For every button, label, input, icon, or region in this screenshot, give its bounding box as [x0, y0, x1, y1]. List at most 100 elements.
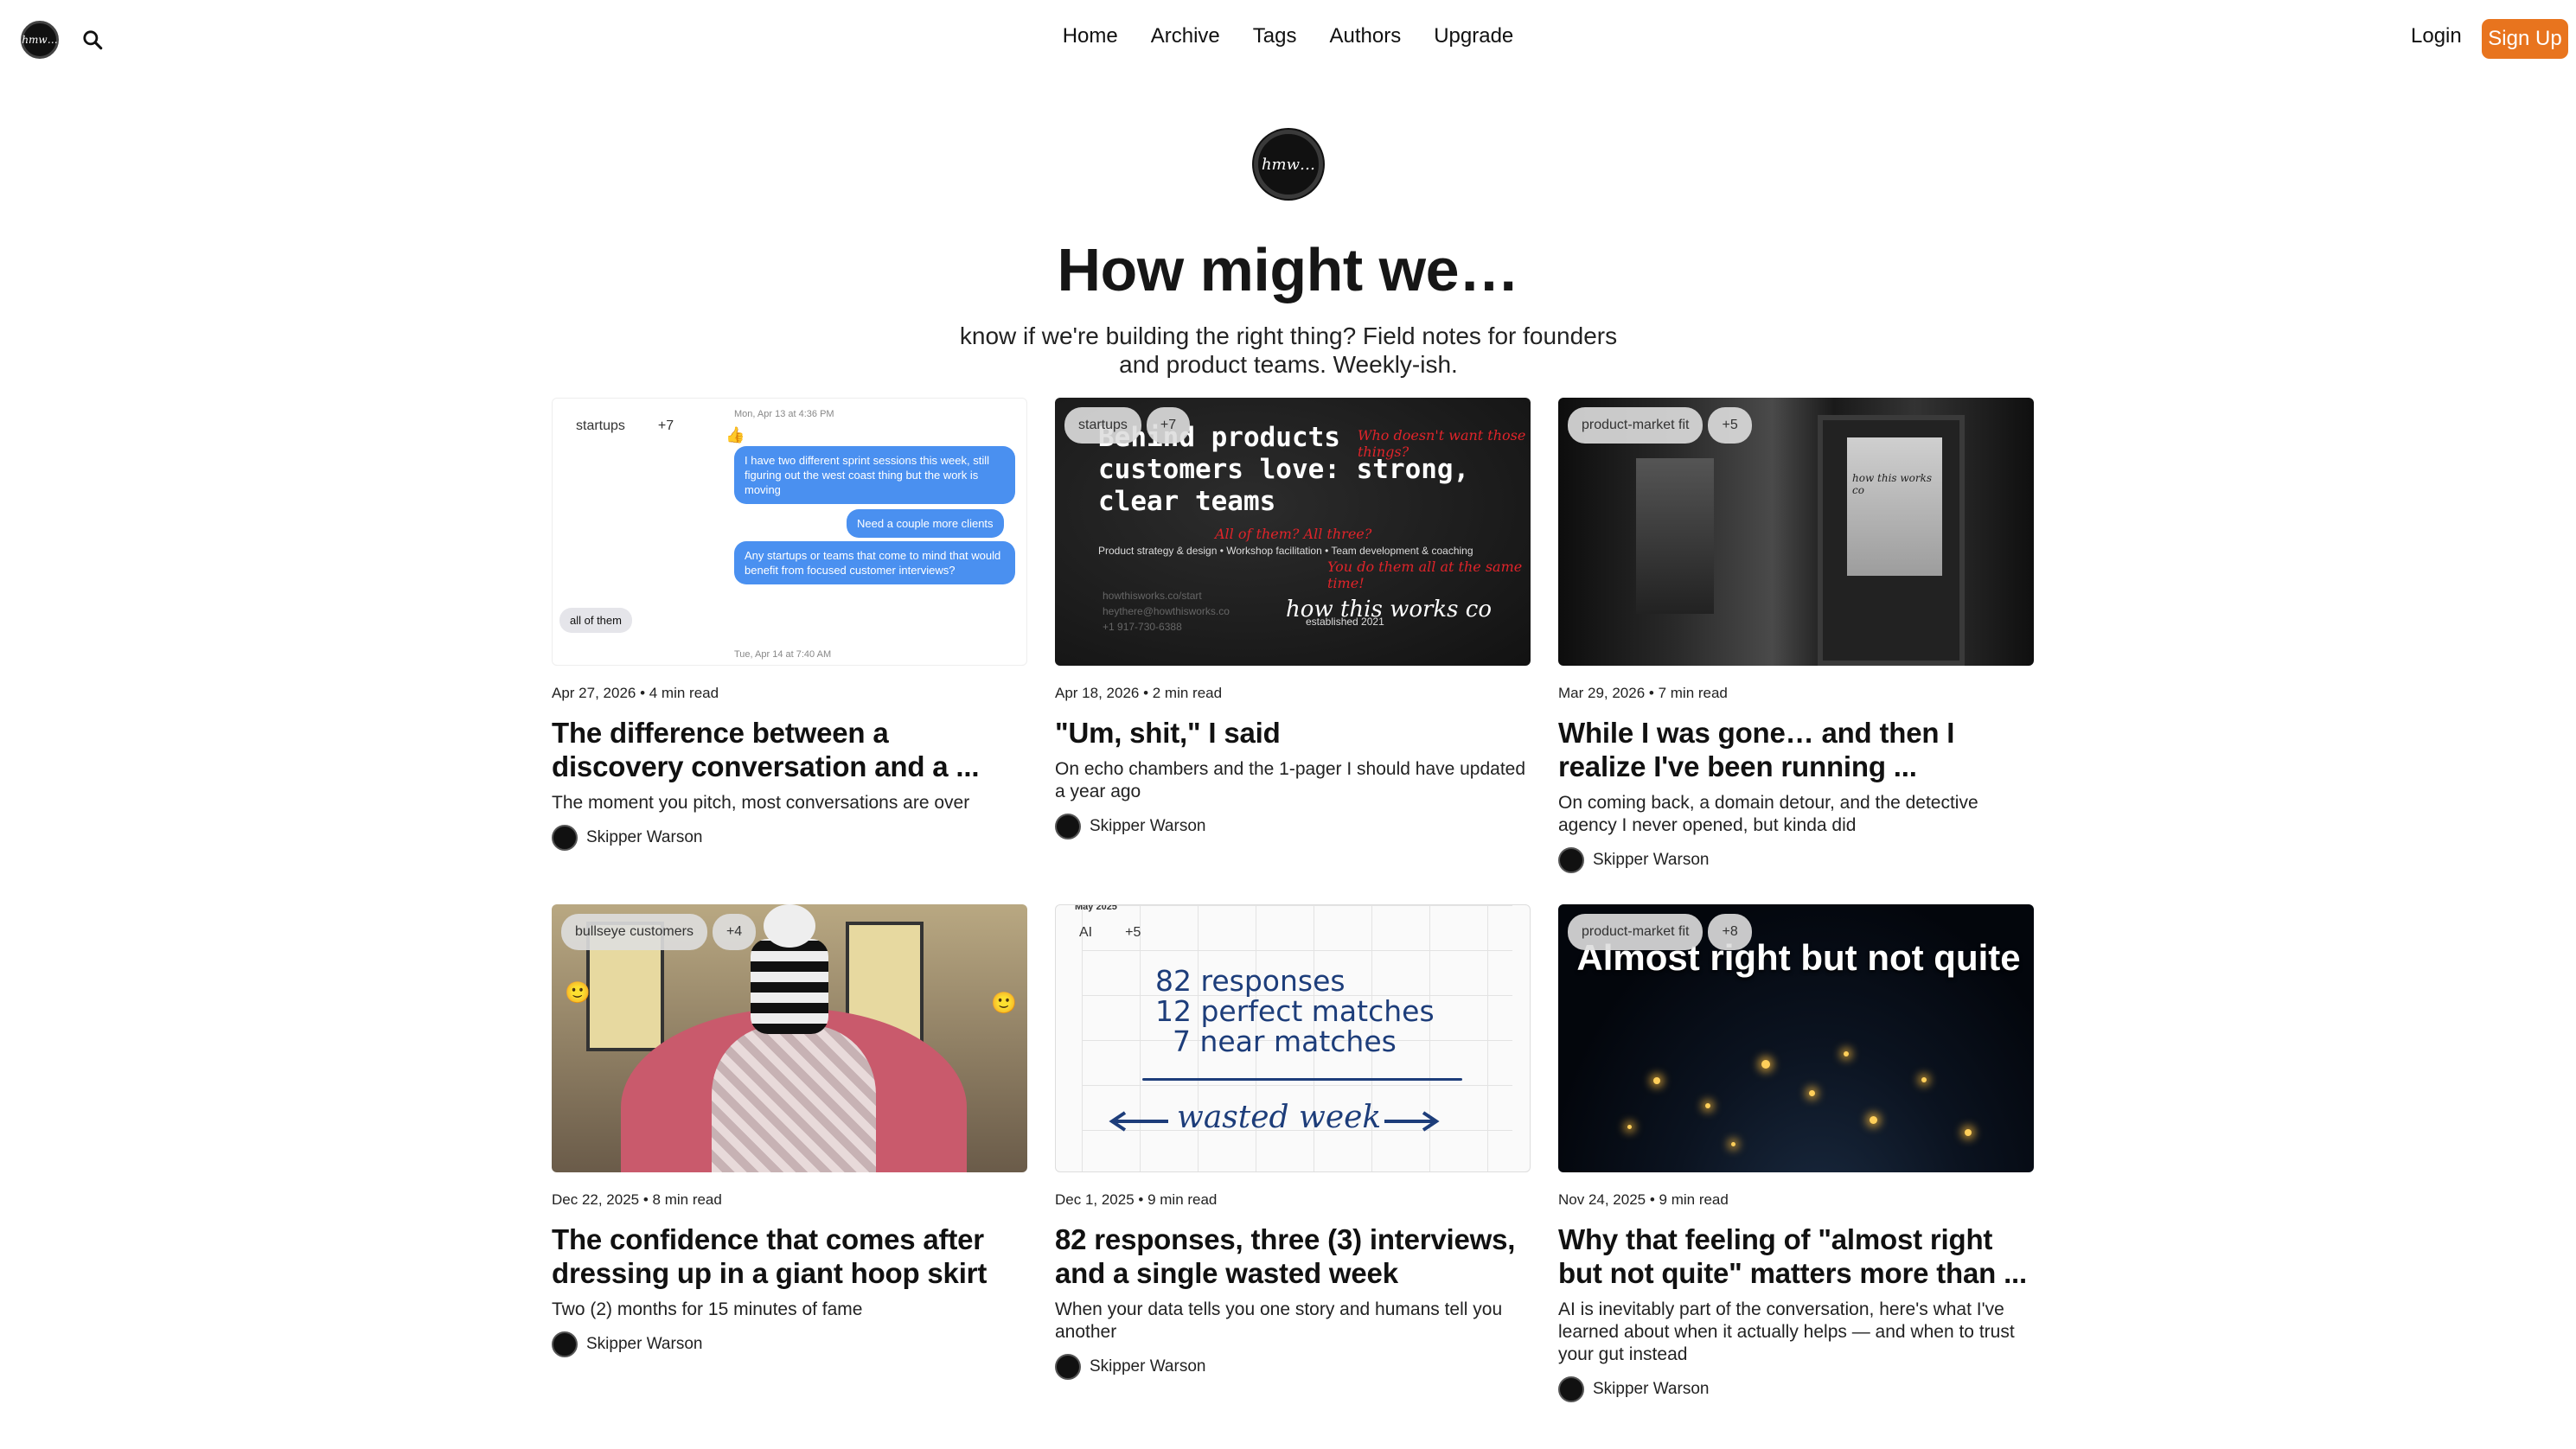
- post-tags: startups +7: [562, 408, 687, 444]
- post-description: When your data tells you one story and h…: [1055, 1299, 1503, 1342]
- handwritten-note: 7 near matches: [1173, 1025, 1397, 1058]
- city-light: [1705, 1103, 1710, 1108]
- post-tags: product-market fit +8: [1568, 914, 1752, 950]
- post-title[interactable]: 82 responses, three (3) interviews, and …: [1055, 1222, 1531, 1290]
- main-nav: Home Archive Tags Authors Upgrade: [0, 24, 2576, 48]
- city-light: [1653, 1077, 1660, 1084]
- author-name: Skipper Warson: [1090, 1357, 1206, 1376]
- author-avatar: [552, 825, 578, 851]
- calendar-month: May 2025: [1075, 904, 1117, 912]
- nav-link-tags[interactable]: Tags: [1253, 24, 1297, 48]
- post-title[interactable]: The confidence that comes after dressing…: [552, 1222, 1027, 1290]
- publication-logo: ℎ𝑚𝑤…: [1254, 130, 1323, 199]
- post-tags: startups +7: [1064, 407, 1191, 444]
- post-author[interactable]: Skipper Warson: [1558, 1376, 2034, 1402]
- top-nav: ℎ𝑚𝑤… Home Archive Tags Authors Upgrade L…: [0, 0, 2576, 80]
- post-card[interactable]: bullseye customers +4 🙂 🙂 Dec 22, 2025 •…: [552, 904, 1027, 1357]
- post-card[interactable]: startups +7 Behind products customers lo…: [1055, 398, 1531, 839]
- author-name: Skipper Warson: [1593, 851, 1710, 869]
- handwritten-note: 82 responses: [1155, 964, 1346, 998]
- nav-link-authors[interactable]: Authors: [1329, 24, 1401, 48]
- tag-more-pill[interactable]: +5: [1111, 915, 1154, 951]
- post-card[interactable]: May 2025 AI +5 82 responses 12 perfect m…: [1055, 904, 1531, 1380]
- city-light: [1921, 1077, 1927, 1082]
- post-title[interactable]: Why that feeling of "almost right but no…: [1558, 1222, 2034, 1290]
- nav-link-archive[interactable]: Archive: [1151, 24, 1220, 48]
- chat-bubble: I have two different sprint sessions thi…: [734, 446, 1015, 504]
- tag-more-pill[interactable]: +5: [1708, 407, 1752, 444]
- white-wig: [764, 904, 815, 948]
- post-thumbnail[interactable]: product-market fit +5 how this works co: [1558, 398, 2034, 666]
- author-name: Skipper Warson: [586, 1335, 703, 1353]
- slide-contact: +1 917-730-6388: [1103, 621, 1182, 633]
- hallway-corridor: [1636, 458, 1714, 614]
- post-meta: Mar 29, 2026 • 7 min read: [1558, 685, 1728, 701]
- nav-link-home[interactable]: Home: [1063, 24, 1118, 48]
- author-avatar: [1055, 814, 1081, 839]
- chat-timestamp: Tue, Apr 14 at 7:40 AM: [734, 649, 832, 660]
- slide-contact: howthisworks.co/start: [1103, 590, 1202, 602]
- post-thumbnail[interactable]: startups +7 Mon, Apr 13 at 4:36 PM 👍 I h…: [552, 398, 1027, 666]
- post-author[interactable]: Skipper Warson: [1558, 847, 2034, 873]
- slide-brand-suffix: co: [1465, 597, 1492, 622]
- signup-button[interactable]: Sign Up: [2482, 19, 2568, 59]
- post-thumbnail[interactable]: bullseye customers +4 🙂 🙂: [552, 904, 1027, 1172]
- tag-pill[interactable]: product-market fit: [1568, 407, 1703, 444]
- publication-logo-text: ℎ𝑚𝑤…: [1261, 155, 1316, 174]
- tag-more-pill[interactable]: +7: [644, 408, 687, 444]
- city-light: [1761, 1060, 1770, 1069]
- tag-pill[interactable]: startups: [562, 408, 639, 444]
- tag-pill[interactable]: startups: [1064, 407, 1141, 444]
- post-description: AI is inevitably part of the conversatio…: [1558, 1299, 2015, 1364]
- chat-bubble: Any startups or teams that come to mind …: [734, 541, 1015, 584]
- post-card[interactable]: product-market fit +5 how this works co …: [1558, 398, 2034, 873]
- post-thumbnail[interactable]: startups +7 Behind products customers lo…: [1055, 398, 1531, 666]
- author-avatar: [1055, 1354, 1081, 1380]
- handwritten-note: 12 perfect matches: [1155, 994, 1435, 1028]
- post-thumbnail[interactable]: May 2025 AI +5 82 responses 12 perfect m…: [1055, 904, 1531, 1172]
- post-meta: Apr 27, 2026 • 4 min read: [552, 685, 719, 701]
- tag-pill[interactable]: product-market fit: [1568, 914, 1703, 950]
- post-author[interactable]: Skipper Warson: [1055, 1354, 1531, 1380]
- striped-bodice: [751, 939, 828, 1034]
- author-avatar: [1558, 1376, 1584, 1402]
- post-author[interactable]: Skipper Warson: [552, 1331, 1027, 1357]
- slide-contact: heythere@howthisworks.co: [1103, 605, 1230, 617]
- chat-timestamp: Mon, Apr 13 at 4:36 PM: [734, 409, 834, 419]
- city-light: [1809, 1090, 1815, 1096]
- tag-more-pill[interactable]: +4: [712, 914, 757, 950]
- city-light: [1844, 1051, 1849, 1056]
- post-card[interactable]: startups +7 Mon, Apr 13 at 4:36 PM 👍 I h…: [552, 398, 1027, 851]
- author-avatar: [1558, 847, 1584, 873]
- author-avatar: [552, 1331, 578, 1357]
- author-name: Skipper Warson: [1593, 1380, 1710, 1398]
- post-tags: product-market fit +5: [1568, 407, 1752, 444]
- post-card[interactable]: product-market fit +8 Almost right but n…: [1558, 904, 2034, 1402]
- slide-annotation: You do them all at the same time!: [1327, 559, 1523, 591]
- post-title[interactable]: The difference between a discovery conve…: [552, 716, 1027, 783]
- tag-more-pill[interactable]: +8: [1708, 914, 1752, 950]
- post-thumbnail[interactable]: product-market fit +8 Almost right but n…: [1558, 904, 2034, 1172]
- underline-stroke: [1142, 1078, 1462, 1081]
- publication-subtitle: know if we're building the right thing? …: [959, 322, 1618, 378]
- tag-more-pill[interactable]: +7: [1146, 407, 1191, 444]
- slide-established: established 2021: [1306, 616, 1384, 628]
- face-emoji: 🙂: [991, 992, 1017, 1015]
- login-link[interactable]: Login: [2411, 24, 2462, 48]
- tag-pill[interactable]: AI: [1065, 915, 1106, 951]
- door-lettering: how this works co: [1852, 472, 1933, 496]
- nav-link-upgrade[interactable]: Upgrade: [1434, 24, 1513, 48]
- post-author[interactable]: Skipper Warson: [1055, 814, 1531, 839]
- office-door: how this works co: [1818, 415, 1965, 666]
- slide-services: Product strategy & design • Workshop fac…: [1098, 545, 1473, 557]
- post-tags: AI +5: [1065, 915, 1154, 951]
- chat-reply-bubble: all of them: [559, 608, 632, 633]
- publication-title: How might we…: [1057, 236, 1519, 303]
- post-meta: Dec 22, 2025 • 8 min read: [552, 1191, 722, 1208]
- tag-pill[interactable]: bullseye customers: [561, 914, 707, 950]
- post-author[interactable]: Skipper Warson: [552, 825, 1027, 851]
- post-title[interactable]: "Um, shit," I said: [1055, 716, 1531, 750]
- post-meta: Nov 24, 2025 • 9 min read: [1558, 1191, 1729, 1208]
- post-meta: Apr 18, 2026 • 2 min read: [1055, 685, 1223, 701]
- post-title[interactable]: While I was gone… and then I realize I'v…: [1558, 716, 2034, 783]
